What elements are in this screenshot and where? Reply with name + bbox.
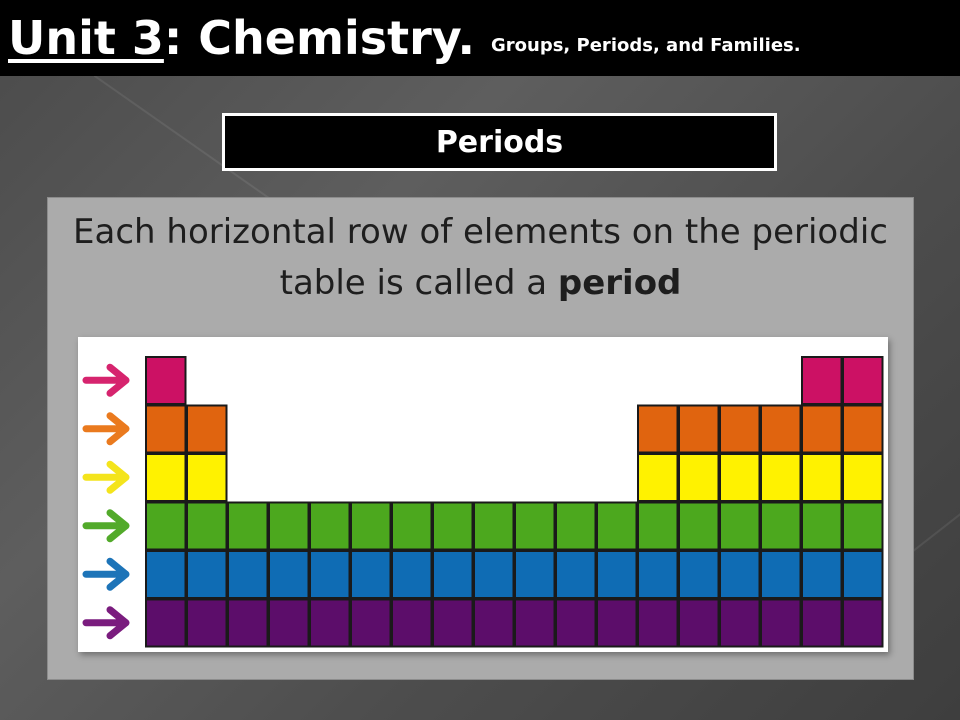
element-cell: [391, 550, 433, 599]
element-cell: [473, 501, 515, 551]
element-cell: [268, 550, 310, 599]
element-cell: [760, 453, 802, 502]
element-cell: [801, 501, 843, 551]
element-cell: [186, 501, 228, 551]
unit-label: Unit 3: [8, 11, 164, 65]
element-cell: [227, 501, 269, 551]
element-cell: [186, 598, 228, 648]
element-cell: [842, 453, 884, 502]
element-cell: [555, 550, 597, 599]
element-cell: [719, 501, 761, 551]
element-cell: [145, 501, 187, 551]
element-cell: [432, 550, 474, 599]
element-cell: [473, 598, 515, 648]
element-cell: [350, 550, 392, 599]
element-cell: [801, 404, 843, 454]
slide-title: Unit 3: Chemistry.: [8, 11, 475, 65]
element-cell: [350, 501, 392, 551]
element-cell: [801, 356, 843, 405]
element-cell: [145, 404, 187, 454]
element-cell: [760, 598, 802, 648]
body-text-main: Each horizontal row of elements on the p…: [73, 212, 888, 303]
element-cell: [842, 598, 884, 648]
title-topic: : Chemistry.: [163, 11, 475, 65]
periodic-table-icon: [82, 356, 884, 648]
element-cell: [432, 598, 474, 648]
period-arrow-icon: [82, 557, 130, 591]
period-arrow-icon: [82, 460, 130, 494]
element-cell: [227, 550, 269, 599]
period-arrow-icon: [82, 363, 130, 397]
element-cell: [678, 404, 720, 454]
element-cell: [719, 404, 761, 454]
body-bold-term: period: [557, 263, 682, 303]
element-cell: [186, 404, 228, 454]
element-cell: [268, 501, 310, 551]
element-cell: [145, 598, 187, 648]
period-arrow-icon: [82, 412, 130, 446]
periodic-table-figure: [78, 337, 888, 652]
section-heading: Periods: [222, 113, 777, 171]
element-cell: [678, 598, 720, 648]
element-cell: [391, 501, 433, 551]
element-cell: [637, 453, 679, 502]
element-cell: [514, 598, 556, 648]
element-cell: [678, 550, 720, 599]
element-cell: [801, 453, 843, 502]
element-cell: [801, 550, 843, 599]
element-cell: [227, 598, 269, 648]
element-cell: [145, 453, 187, 502]
element-cell: [145, 550, 187, 599]
element-cell: [842, 404, 884, 454]
element-cell: [678, 453, 720, 502]
element-cell: [596, 550, 638, 599]
slide-subtitle: Groups, Periods, and Families.: [491, 34, 801, 56]
element-cell: [760, 404, 802, 454]
title-bar: Unit 3: Chemistry. Groups, Periods, and …: [0, 0, 960, 76]
element-cell: [801, 598, 843, 648]
element-cell: [473, 550, 515, 599]
element-cell: [760, 501, 802, 551]
element-cell: [842, 550, 884, 599]
element-cell: [186, 453, 228, 502]
period-arrow-icon: [82, 606, 130, 640]
element-cell: [309, 550, 351, 599]
element-cell: [514, 550, 556, 599]
element-cell: [391, 598, 433, 648]
element-cell: [719, 598, 761, 648]
element-cell: [555, 501, 597, 551]
body-text: Each horizontal row of elements on the p…: [48, 207, 913, 309]
element-cell: [842, 356, 884, 405]
element-cell: [596, 598, 638, 648]
element-cell: [637, 404, 679, 454]
element-cell: [186, 550, 228, 599]
element-cell: [760, 550, 802, 599]
element-cell: [514, 501, 556, 551]
element-cell: [145, 356, 187, 405]
element-cell: [432, 501, 474, 551]
element-cell: [842, 501, 884, 551]
element-cell: [637, 501, 679, 551]
element-cell: [678, 501, 720, 551]
element-cell: [309, 501, 351, 551]
element-cell: [637, 550, 679, 599]
element-cell: [596, 501, 638, 551]
element-cell: [637, 598, 679, 648]
element-cell: [719, 550, 761, 599]
element-cell: [350, 598, 392, 648]
element-cell: [309, 598, 351, 648]
element-cell: [719, 453, 761, 502]
element-cell: [555, 598, 597, 648]
period-arrow-icon: [82, 509, 130, 543]
element-cell: [268, 598, 310, 648]
